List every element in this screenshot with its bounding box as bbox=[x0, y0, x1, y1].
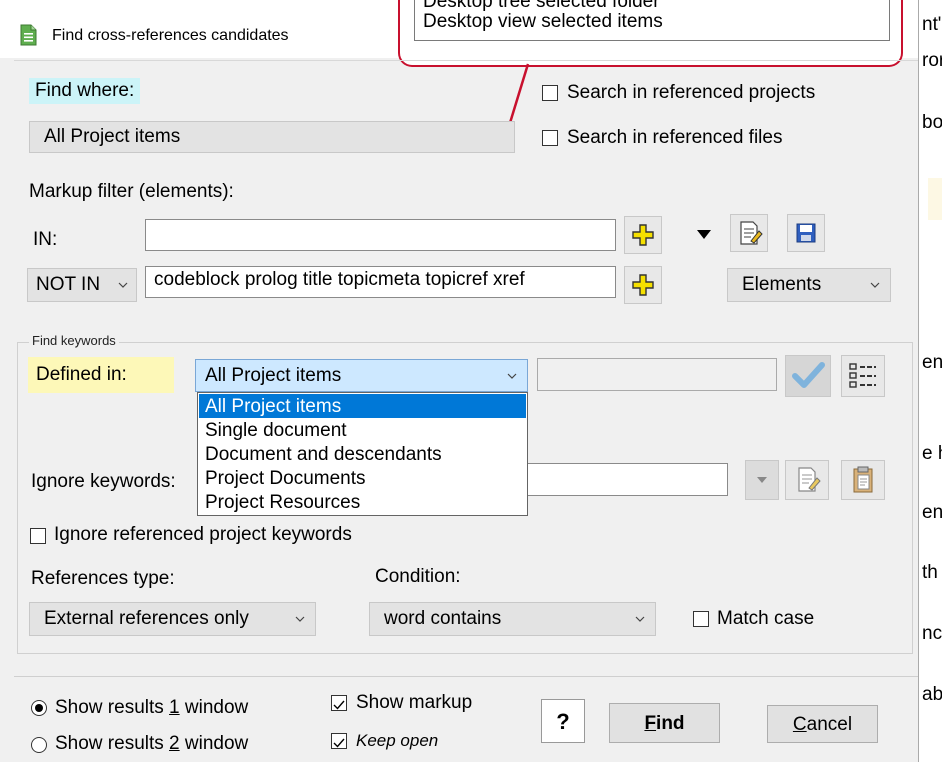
defined-in-dropdown-list: All Project items Single document Docume… bbox=[197, 392, 528, 516]
chevron-down-icon bbox=[118, 282, 128, 288]
show-markup-label: Show markup bbox=[356, 692, 473, 713]
ignore-referenced-project-keywords-checkbox[interactable] bbox=[30, 528, 46, 544]
search-referenced-files-label: Search in referenced files bbox=[567, 127, 783, 148]
callout-popup: Desktop tree selected folder Desktop vie… bbox=[398, 0, 903, 67]
dropdown-option[interactable]: Single document bbox=[205, 420, 347, 442]
bg-text-fragment: nt" bbox=[922, 14, 942, 35]
help-button[interactable]: ? bbox=[541, 699, 585, 743]
edit-document-icon bbox=[798, 467, 821, 492]
bg-text-fragment: nch bbox=[922, 623, 942, 644]
find-keywords-group-title: Find keywords bbox=[29, 333, 119, 348]
checkmark-icon bbox=[792, 362, 825, 388]
check-button[interactable] bbox=[785, 355, 831, 397]
chevron-down-icon bbox=[507, 373, 517, 379]
markup-filter-label: Markup filter (elements): bbox=[29, 181, 234, 202]
menu-dropdown-icon bbox=[757, 477, 767, 483]
show-results-1-window-label: Show results 1 window bbox=[55, 697, 249, 718]
match-case-checkbox[interactable] bbox=[693, 611, 709, 627]
save-icon bbox=[796, 223, 816, 243]
bg-text-fragment: ent bbox=[922, 502, 942, 523]
callout-list: Desktop tree selected folder Desktop vie… bbox=[414, 0, 890, 41]
ignore-keywords-input[interactable] bbox=[527, 463, 728, 496]
add-not-in-element-button[interactable] bbox=[624, 266, 662, 304]
dropdown-option[interactable]: Project Resources bbox=[205, 492, 360, 514]
dropdown-option[interactable]: Document and descendants bbox=[205, 444, 442, 466]
condition-value: word contains bbox=[384, 608, 502, 629]
defined-in-value: All Project items bbox=[205, 364, 342, 386]
callout-item[interactable]: Desktop view selected items bbox=[423, 11, 663, 33]
find-button[interactable]: Find bbox=[609, 703, 720, 743]
save-button[interactable] bbox=[787, 214, 825, 252]
references-type-label: References type: bbox=[31, 568, 175, 589]
elements-select[interactable]: Elements bbox=[727, 268, 891, 302]
show-markup-checkbox[interactable] bbox=[331, 695, 347, 711]
plus-icon bbox=[632, 274, 654, 296]
ignore-keywords-label: Ignore keywords: bbox=[31, 471, 176, 492]
bg-text-fragment: ror bbox=[922, 50, 942, 71]
paste-button[interactable] bbox=[841, 460, 885, 500]
not-in-select-value: NOT IN bbox=[36, 274, 101, 295]
not-in-elements-value: codeblock prolog title topicmeta topicre… bbox=[154, 269, 525, 290]
keep-open-label: Keep open bbox=[356, 731, 439, 750]
defined-in-document-input[interactable] bbox=[537, 358, 777, 391]
defined-in-label: Defined in: bbox=[28, 357, 174, 393]
references-type-value: External references only bbox=[44, 608, 249, 629]
chevron-down-icon bbox=[635, 616, 645, 622]
find-cross-references-dialog: Find cross-references candidates — ✕ Des… bbox=[0, 0, 919, 762]
find-where-label: Find where: bbox=[29, 78, 141, 104]
bg-text-fragment: th bbox=[922, 562, 938, 583]
search-referenced-projects-checkbox[interactable] bbox=[542, 85, 558, 101]
keep-open-checkbox[interactable] bbox=[331, 733, 347, 749]
defined-in-select[interactable]: All Project items bbox=[195, 359, 528, 392]
edit-document-button[interactable] bbox=[730, 214, 768, 252]
list-view-button[interactable] bbox=[841, 355, 885, 397]
show-results-1-window-radio[interactable] bbox=[31, 700, 47, 716]
show-results-2-window-label: Show results 2 window bbox=[55, 733, 249, 754]
edit-document-icon bbox=[740, 221, 763, 245]
checkmark-icon bbox=[333, 700, 345, 710]
ignore-keywords-dropdown-button[interactable] bbox=[745, 460, 779, 500]
add-in-element-button[interactable] bbox=[624, 216, 662, 254]
find-where-value: All Project items bbox=[44, 126, 181, 147]
clipboard-icon bbox=[853, 466, 873, 493]
edit-ignore-list-button[interactable] bbox=[785, 460, 829, 500]
not-in-select[interactable]: NOT IN bbox=[27, 268, 137, 302]
bg-text-fragment: ab bbox=[922, 684, 942, 705]
condition-select[interactable]: word contains bbox=[369, 602, 656, 636]
search-referenced-files-checkbox[interactable] bbox=[542, 130, 558, 146]
footer-divider bbox=[14, 676, 918, 677]
checkmark-icon bbox=[333, 738, 345, 748]
bg-text-fragment: ent bbox=[922, 352, 942, 373]
list-icon bbox=[849, 363, 876, 388]
background-highlight bbox=[928, 178, 942, 220]
references-type-select[interactable]: External references only bbox=[29, 602, 316, 636]
in-elements-input[interactable] bbox=[145, 219, 616, 251]
plus-icon bbox=[632, 224, 654, 246]
bg-text-fragment: e h bbox=[922, 443, 942, 464]
chevron-down-icon bbox=[870, 282, 880, 288]
bg-text-fragment: bo bbox=[922, 112, 942, 133]
chevron-down-icon bbox=[295, 616, 305, 622]
elements-select-value: Elements bbox=[742, 274, 822, 295]
search-referenced-projects-label: Search in referenced projects bbox=[567, 82, 816, 103]
condition-label: Condition: bbox=[375, 566, 461, 587]
ignore-referenced-project-keywords-label: Ignore referenced project keywords bbox=[54, 524, 352, 545]
cancel-button[interactable]: Cancel bbox=[767, 705, 878, 743]
find-where-select[interactable]: All Project items bbox=[29, 121, 515, 153]
dropdown-option[interactable]: Project Documents bbox=[205, 468, 366, 490]
show-results-2-window-radio[interactable] bbox=[31, 737, 47, 753]
not-in-elements-input[interactable]: codeblock prolog title topicmeta topicre… bbox=[145, 266, 616, 298]
dialog-title: Find cross-references candidates bbox=[52, 27, 289, 44]
match-case-label: Match case bbox=[717, 608, 815, 629]
dropdown-option[interactable]: All Project items bbox=[205, 396, 341, 418]
in-label: IN: bbox=[33, 229, 58, 250]
document-icon bbox=[20, 24, 37, 46]
menu-dropdown-icon[interactable] bbox=[690, 220, 718, 248]
